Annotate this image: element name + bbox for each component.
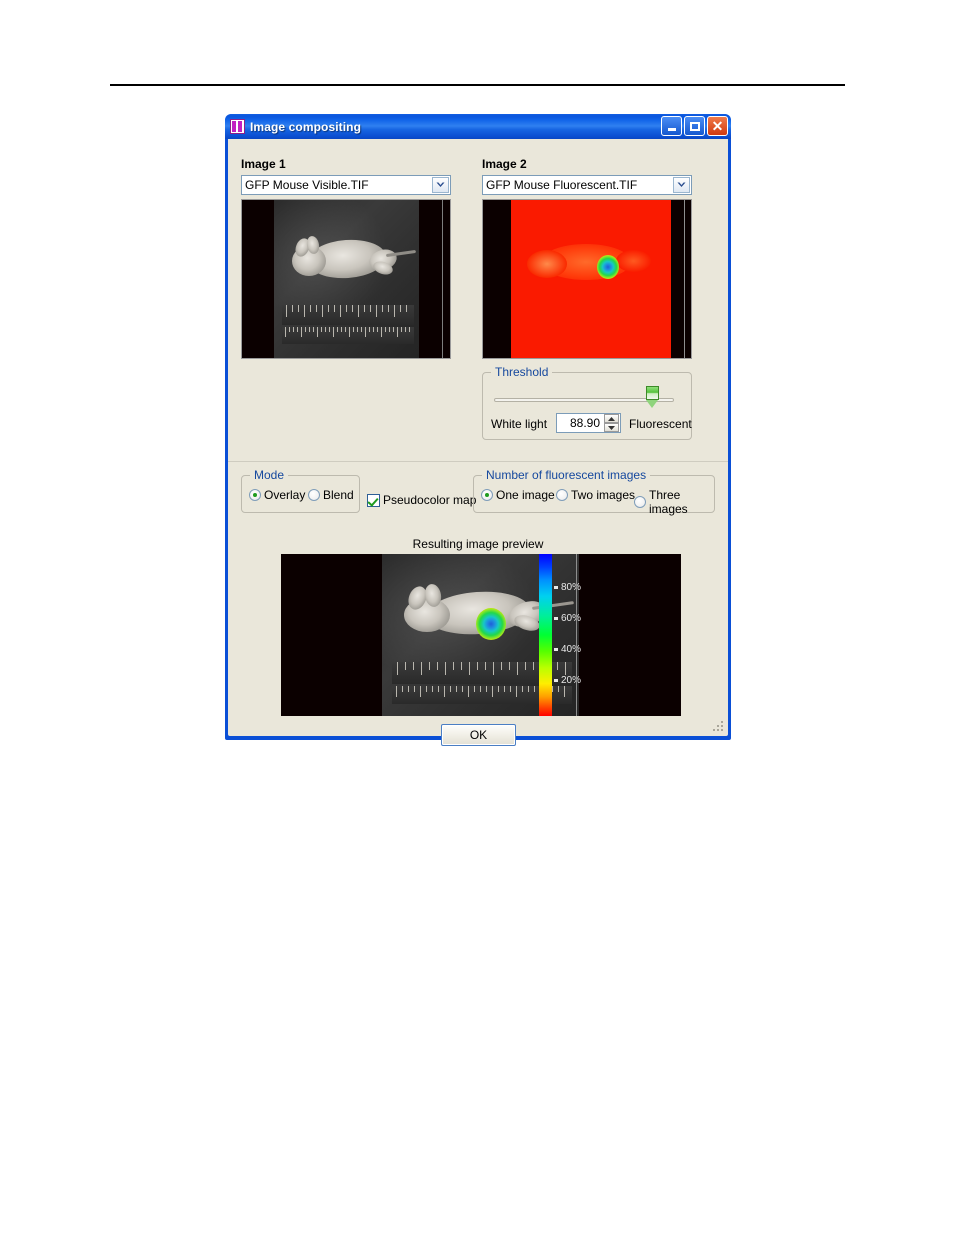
radio-one-image-icon[interactable]	[481, 489, 493, 501]
resize-grip[interactable]	[713, 721, 725, 733]
mode-option-blend-label: Blend	[323, 488, 354, 502]
threshold-right-label: Fluorescent	[629, 417, 692, 431]
pseudocolor-colorbar	[539, 554, 552, 716]
image1-preview	[241, 199, 451, 359]
fluorescent-hotspot	[597, 255, 619, 279]
radio-overlay-icon[interactable]	[249, 489, 261, 501]
image2-label: Image 2	[482, 157, 527, 171]
result-preview: 80% 60% 40% 20%	[281, 554, 681, 716]
fluorescent-count-title: Number of fluorescent images	[482, 468, 651, 482]
close-button[interactable]: ✕	[707, 116, 728, 136]
image-compositing-dialog: Image compositing ✕ Image 1 GFP Mouse Vi…	[225, 114, 731, 746]
radio-three-images-icon[interactable]	[634, 496, 646, 508]
threshold-group: Threshold White light 88.90 Fluorescent	[482, 365, 692, 440]
minimize-button[interactable]	[661, 116, 682, 136]
ok-button-label: OK	[469, 728, 488, 742]
maximize-icon	[689, 121, 700, 131]
spinner-buttons[interactable]	[604, 414, 619, 432]
maximize-button[interactable]	[684, 116, 705, 136]
threshold-left-label: White light	[491, 417, 548, 431]
fluorescent-count-option-three[interactable]: Three images	[634, 488, 714, 516]
mode-option-blend[interactable]: Blend	[308, 488, 354, 502]
mode-title: Mode	[250, 468, 289, 482]
minimize-icon	[667, 128, 676, 131]
close-icon: ✕	[711, 118, 724, 134]
pseudocolor-map-label: Pseudocolor map	[383, 493, 477, 507]
threshold-value-spinner[interactable]: 88.90	[556, 413, 621, 433]
result-preview-label: Resulting image preview	[412, 537, 544, 551]
radio-two-images-icon[interactable]	[556, 489, 568, 501]
ok-button[interactable]: OK	[441, 724, 516, 746]
window-controls: ✕	[661, 116, 728, 136]
app-icon	[230, 119, 245, 134]
fluorescent-count-group: Number of fluorescent images One image T…	[473, 468, 715, 516]
checkbox-icon[interactable]	[367, 493, 380, 507]
composite-hotspot	[476, 608, 506, 640]
window-title: Image compositing	[250, 119, 362, 134]
image1-file-select[interactable]: GFP Mouse Visible.TIF	[241, 175, 451, 195]
fluorescent-count-option-two-label: Two images	[571, 488, 636, 502]
chevron-down-icon[interactable]	[432, 177, 449, 193]
threshold-title: Threshold	[491, 365, 553, 379]
image2-file-value: GFP Mouse Fluorescent.TIF	[486, 178, 638, 192]
threshold-slider-thumb[interactable]	[646, 386, 659, 408]
chevron-down-icon[interactable]	[673, 177, 690, 193]
image2-file-select[interactable]: GFP Mouse Fluorescent.TIF	[482, 175, 692, 195]
source-images-panel: Image 1 GFP Mouse Visible.TIF Image 2 GF…	[228, 139, 728, 462]
fluorescent-count-option-one[interactable]: One image	[481, 488, 555, 502]
image2-preview	[482, 199, 692, 359]
fluorescent-count-option-one-label: One image	[496, 488, 555, 502]
page-header-rule	[110, 84, 845, 86]
mode-option-overlay-label: Overlay	[264, 488, 306, 502]
spinner-up-icon[interactable]	[604, 414, 619, 423]
mode-group: Mode Overlay Blend	[241, 468, 360, 513]
image1-label: Image 1	[241, 157, 286, 171]
fluorescent-count-option-three-label: Three images	[649, 488, 688, 516]
title-bar[interactable]: Image compositing ✕	[225, 114, 731, 139]
pseudocolor-map-checkbox[interactable]: Pseudocolor map	[367, 493, 476, 507]
image1-file-value: GFP Mouse Visible.TIF	[245, 178, 369, 192]
spinner-down-icon[interactable]	[604, 423, 619, 432]
fluorescent-count-option-two[interactable]: Two images	[556, 488, 635, 502]
threshold-value: 88.90	[569, 416, 600, 430]
mode-option-overlay[interactable]: Overlay	[249, 488, 305, 502]
dialog-client-area: Image 1 GFP Mouse Visible.TIF Image 2 GF…	[228, 139, 728, 746]
radio-blend-icon[interactable]	[308, 489, 320, 501]
